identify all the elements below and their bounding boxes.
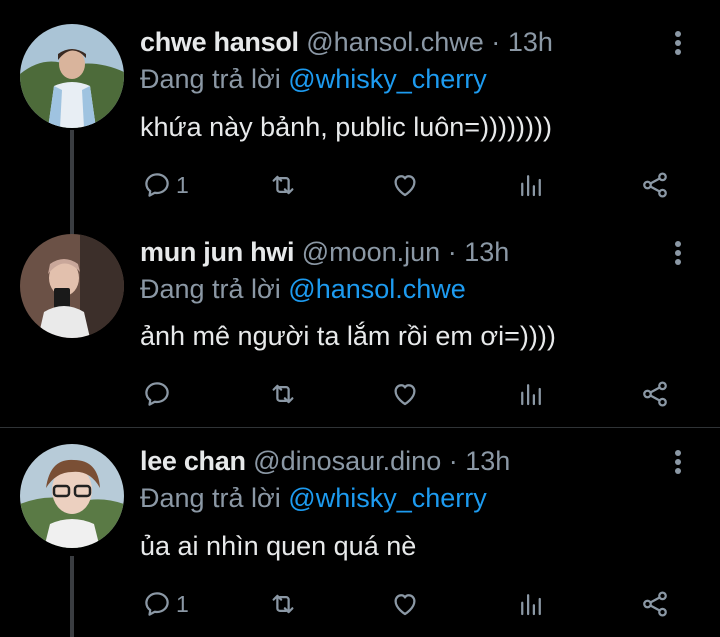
avatar[interactable] (20, 234, 124, 338)
reply-button[interactable] (142, 377, 176, 411)
share-icon (643, 172, 667, 198)
reply-icon (145, 592, 169, 616)
mention-link[interactable]: @whisky_cherry (288, 64, 486, 94)
views-icon (521, 384, 541, 406)
like-button[interactable] (390, 587, 420, 621)
reply-context: Đang trả lời @whisky_cherry (140, 482, 487, 514)
share-button[interactable] (640, 377, 670, 411)
reply-count: 1 (176, 590, 189, 617)
display-name[interactable]: lee chan (140, 446, 246, 476)
retweet-icon (272, 175, 294, 195)
reply-prefix: Đang trả lời (140, 64, 281, 94)
views-button[interactable] (516, 587, 546, 621)
share-icon (643, 381, 667, 407)
share-icon (643, 591, 667, 617)
more-icon[interactable] (668, 238, 688, 270)
retweet-icon (272, 384, 294, 404)
views-button[interactable] (516, 377, 546, 411)
display-name[interactable]: mun jun hwi (140, 237, 294, 267)
action-bar (140, 377, 700, 411)
handle[interactable]: @moon.jun (302, 237, 440, 267)
views-icon (521, 175, 541, 197)
reply-context: Đang trả lời @whisky_cherry (140, 63, 487, 95)
reply-button[interactable]: 1 (142, 587, 189, 621)
tweet-text: ủa ai nhìn quen quá nè (140, 531, 417, 561)
retweet-button[interactable] (268, 587, 298, 621)
avatar[interactable] (20, 444, 124, 548)
thread-line (70, 130, 74, 240)
separator-dot: · (491, 27, 501, 57)
action-bar: 1 (140, 587, 700, 621)
reply-prefix: Đang trả lời (140, 483, 281, 513)
display-name[interactable]: chwe hansol (140, 27, 299, 57)
more-icon[interactable] (668, 447, 688, 479)
retweet-icon (272, 594, 294, 614)
tweet-header: lee chan @dinosaur.dino · 13h (140, 445, 510, 477)
like-button[interactable] (390, 168, 420, 202)
like-icon (394, 175, 416, 197)
tweet-header: chwe hansol @hansol.chwe · 13h (140, 26, 553, 58)
reply-context: Đang trả lời @hansol.chwe (140, 273, 466, 305)
like-icon (394, 594, 416, 616)
reply-icon (145, 173, 169, 197)
like-button[interactable] (390, 377, 420, 411)
like-icon (394, 384, 416, 406)
separator-dot: · (447, 237, 457, 267)
timestamp[interactable]: 13h (464, 237, 509, 267)
divider (0, 427, 720, 428)
mention-link[interactable]: @hansol.chwe (288, 274, 466, 304)
views-icon (521, 594, 541, 616)
thread-line (70, 556, 74, 637)
handle[interactable]: @dinosaur.dino (253, 446, 441, 476)
reply-icon (145, 382, 169, 406)
retweet-button[interactable] (268, 168, 298, 202)
tweet-text: ảnh mê người ta lắm rồi em ơi=)))) (140, 321, 556, 351)
tweet-text: khứa này bảnh, public luôn=)))))))) (140, 112, 553, 142)
retweet-button[interactable] (268, 377, 298, 411)
mention-link[interactable]: @whisky_cherry (288, 483, 486, 513)
more-icon[interactable] (668, 28, 688, 60)
timestamp[interactable]: 13h (465, 446, 510, 476)
timestamp[interactable]: 13h (508, 27, 553, 57)
action-bar: 1 (140, 168, 700, 202)
tweet-header: mun jun hwi @moon.jun · 13h (140, 236, 509, 268)
separator-dot: · (448, 446, 458, 476)
views-button[interactable] (516, 168, 546, 202)
reply-button[interactable]: 1 (142, 168, 189, 202)
reply-prefix: Đang trả lời (140, 274, 281, 304)
handle[interactable]: @hansol.chwe (306, 27, 484, 57)
reply-count: 1 (176, 171, 189, 198)
avatar[interactable] (20, 24, 124, 128)
share-button[interactable] (640, 587, 670, 621)
share-button[interactable] (640, 168, 670, 202)
